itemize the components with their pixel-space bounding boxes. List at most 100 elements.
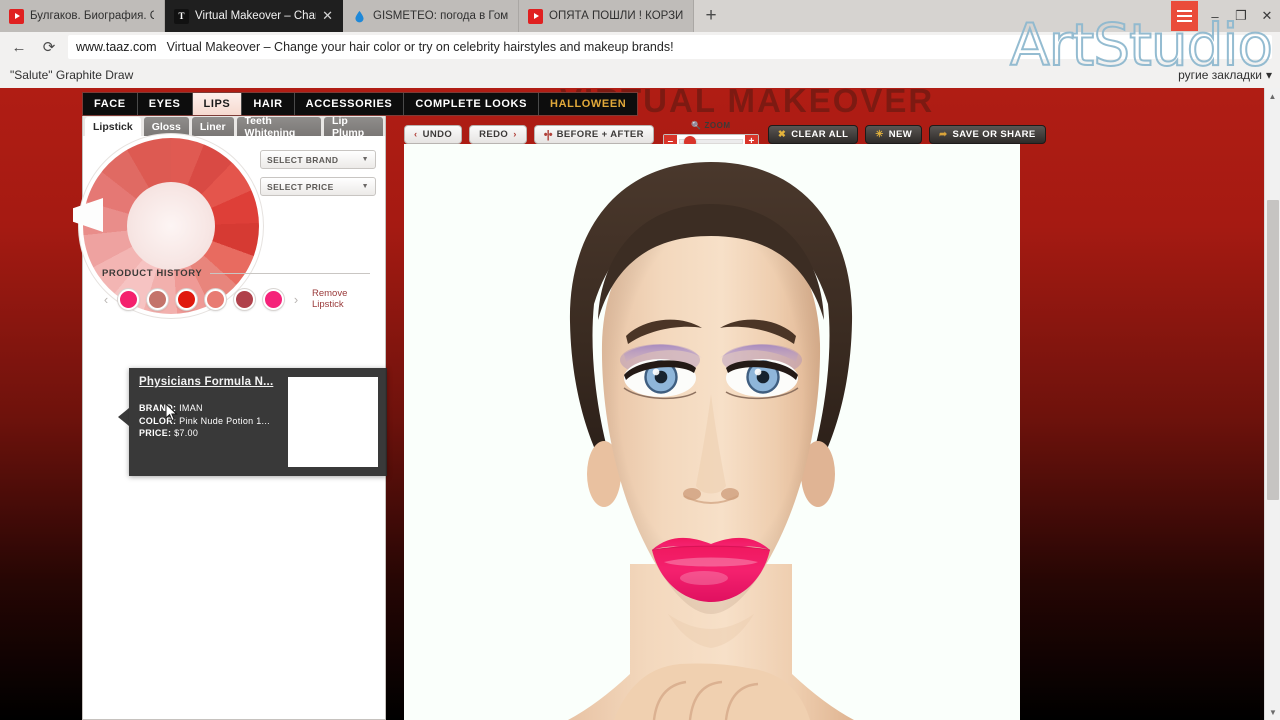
before-after-label: BEFORE + AFTER bbox=[556, 129, 644, 140]
youtube-icon bbox=[9, 8, 24, 24]
history-swatch[interactable] bbox=[205, 288, 226, 310]
select-brand-label: SELECT BRAND bbox=[267, 154, 339, 165]
lips-panel: Lipstick Gloss Liner Teeth Whitening Lip… bbox=[73, 115, 387, 720]
nav-item-lips[interactable]: LIPS bbox=[192, 93, 243, 115]
nav-item-accessories[interactable]: ACCESSORIES bbox=[295, 93, 405, 115]
browser-tab-1[interactable]: Булгаков. Биография. Скры bbox=[0, 0, 165, 32]
select-price-dropdown[interactable]: SELECT PRICE ▼ bbox=[260, 177, 376, 196]
price-label: PRICE: bbox=[139, 428, 172, 438]
taaz-icon: T bbox=[174, 8, 189, 24]
browser-tab-3[interactable]: GISMETEO: погода в Гомел bbox=[343, 0, 519, 32]
save-or-share-button[interactable]: ➦ SAVE OR SHARE bbox=[929, 125, 1046, 144]
history-swatch[interactable] bbox=[234, 288, 255, 310]
product-history-header: PRODUCT HISTORY bbox=[102, 268, 370, 279]
gismeteo-icon bbox=[352, 9, 367, 24]
history-swatch[interactable] bbox=[147, 288, 168, 310]
split-view-icon: •|• bbox=[543, 128, 553, 141]
sub-tab-teeth-whitening[interactable]: Teeth Whitening bbox=[236, 115, 322, 139]
nav-item-halloween[interactable]: HALLOWEEN bbox=[539, 93, 637, 115]
new-button[interactable]: ✳ NEW bbox=[865, 125, 923, 144]
sub-tab-liner[interactable]: Liner bbox=[191, 117, 234, 136]
browser-tab-4[interactable]: ОПЯТА ПОШЛИ ! КОРЗИН bbox=[519, 0, 694, 32]
product-history-label: PRODUCT HISTORY bbox=[102, 268, 203, 279]
tab-title: GISMETEO: погода в Гомел bbox=[373, 10, 508, 22]
new-tab-button[interactable]: + bbox=[694, 0, 728, 32]
color-wheel-gap bbox=[73, 198, 103, 232]
scroll-up-button[interactable]: ▲ bbox=[1265, 88, 1280, 104]
clear-all-button[interactable]: ✖ CLEAR ALL bbox=[767, 125, 859, 144]
before-after-button[interactable]: •|• BEFORE + AFTER bbox=[533, 125, 654, 144]
youtube-icon bbox=[528, 8, 543, 24]
nav-item-eyes[interactable]: EYES bbox=[138, 93, 193, 115]
nav-item-complete-looks[interactable]: COMPLETE LOOKS bbox=[404, 93, 540, 115]
color-value: Pink Nude Potion 1... bbox=[179, 415, 270, 426]
chevron-down-icon: ▼ bbox=[361, 156, 369, 163]
redo-label: REDO bbox=[479, 129, 509, 140]
back-arrow-icon[interactable]: ← bbox=[8, 36, 30, 58]
address-bar-url: www.taaz.com bbox=[76, 40, 157, 54]
browser-toolbar: ← ⟳ www.taaz.com Virtual Makeover – Chan… bbox=[0, 32, 1280, 62]
price-value: $7.00 bbox=[174, 428, 199, 438]
undo-button[interactable]: ‹ UNDO bbox=[404, 125, 463, 144]
chevron-down-icon: ▾ bbox=[1265, 68, 1272, 82]
redo-button[interactable]: REDO › bbox=[469, 125, 527, 144]
bookmark-item[interactable]: "Salute" Graphite Draw bbox=[10, 68, 133, 82]
panel-body: SELECT BRAND ▼ SELECT PRICE ▼ Physicians… bbox=[73, 136, 387, 719]
remove-lipstick-label-2: Lipstick bbox=[312, 299, 344, 310]
select-price-label: SELECT PRICE bbox=[267, 181, 334, 192]
share-icon: ➦ bbox=[939, 129, 948, 140]
page-scrollbar[interactable]: ▲ ▼ bbox=[1264, 88, 1280, 720]
close-icon[interactable]: ✕ bbox=[322, 8, 333, 24]
nav-item-hair[interactable]: HAIR bbox=[242, 93, 295, 115]
mouse-cursor-icon bbox=[165, 402, 178, 422]
new-label: NEW bbox=[888, 129, 913, 140]
brand-value: IMAN bbox=[179, 403, 203, 413]
sparkle-icon: ✳ bbox=[875, 129, 884, 140]
other-bookmarks-button[interactable]: ругие закладки ▾ bbox=[1178, 68, 1272, 82]
chevron-left-icon: ‹ bbox=[414, 129, 418, 140]
magnifier-icon: 🔍 bbox=[691, 121, 702, 130]
history-swatch[interactable] bbox=[118, 288, 139, 310]
makeover-canvas[interactable] bbox=[404, 144, 1020, 720]
clear-all-label: CLEAR ALL bbox=[791, 129, 849, 140]
browser-window: Булгаков. Биография. Скры T Virtual Make… bbox=[0, 0, 1280, 720]
sub-tab-bar: Lipstick Gloss Liner Teeth Whitening Lip… bbox=[83, 115, 385, 139]
scrollbar-thumb[interactable] bbox=[1267, 200, 1279, 500]
product-history: PRODUCT HISTORY ‹ › Remove Lipstick bbox=[102, 268, 370, 310]
history-swatch[interactable] bbox=[263, 288, 284, 310]
zoom-track[interactable] bbox=[678, 135, 743, 148]
scroll-down-button[interactable]: ▼ bbox=[1265, 704, 1280, 720]
history-swatch-list bbox=[118, 288, 284, 310]
chevron-right-icon: › bbox=[513, 129, 517, 140]
history-swatch[interactable] bbox=[176, 288, 197, 310]
remove-lipstick-button[interactable]: Remove Lipstick bbox=[312, 288, 347, 310]
close-window-button[interactable]: ✕ bbox=[1254, 0, 1280, 32]
tab-title: Virtual Makeover – Chang bbox=[195, 10, 317, 22]
address-bar-title: Virtual Makeover – Change your hair colo… bbox=[166, 40, 674, 54]
reload-icon[interactable]: ⟳ bbox=[38, 36, 60, 58]
address-bar[interactable]: www.taaz.com Virtual Makeover – Change y… bbox=[68, 35, 1272, 59]
undo-label: UNDO bbox=[422, 129, 453, 140]
history-prev-button[interactable]: ‹ bbox=[102, 292, 110, 307]
sub-tab-lipstick[interactable]: Lipstick bbox=[85, 117, 141, 136]
nav-item-face[interactable]: FACE bbox=[83, 93, 138, 115]
sub-tab-lip-plump[interactable]: Lip Plump bbox=[324, 115, 383, 139]
model-photo[interactable] bbox=[418, 144, 1004, 720]
minimize-button[interactable]: – bbox=[1202, 0, 1228, 32]
browser-tab-2[interactable]: T Virtual Makeover – Chang ✕ bbox=[165, 0, 343, 32]
browser-menu-icon[interactable] bbox=[1171, 1, 1198, 31]
filter-dropdowns: SELECT BRAND ▼ SELECT PRICE ▼ bbox=[260, 150, 376, 196]
zoom-text: ZOOM bbox=[704, 121, 731, 130]
window-controls: – ❐ ✕ bbox=[1171, 0, 1280, 32]
maximize-button[interactable]: ❐ bbox=[1228, 0, 1254, 32]
chevron-down-icon: ▼ bbox=[361, 183, 369, 190]
product-history-row: ‹ › Remove Lipstick bbox=[102, 288, 370, 310]
bookmarks-bar: "Salute" Graphite Draw ругие закладки ▾ bbox=[0, 62, 1280, 88]
product-image bbox=[288, 377, 378, 467]
sub-tab-gloss[interactable]: Gloss bbox=[143, 117, 189, 136]
zoom-label: 🔍 ZOOM bbox=[663, 121, 759, 130]
history-next-button[interactable]: › bbox=[292, 292, 300, 307]
x-icon: ✖ bbox=[777, 129, 787, 140]
tab-title: Булгаков. Биография. Скры bbox=[30, 10, 154, 22]
select-brand-dropdown[interactable]: SELECT BRAND ▼ bbox=[260, 150, 376, 169]
